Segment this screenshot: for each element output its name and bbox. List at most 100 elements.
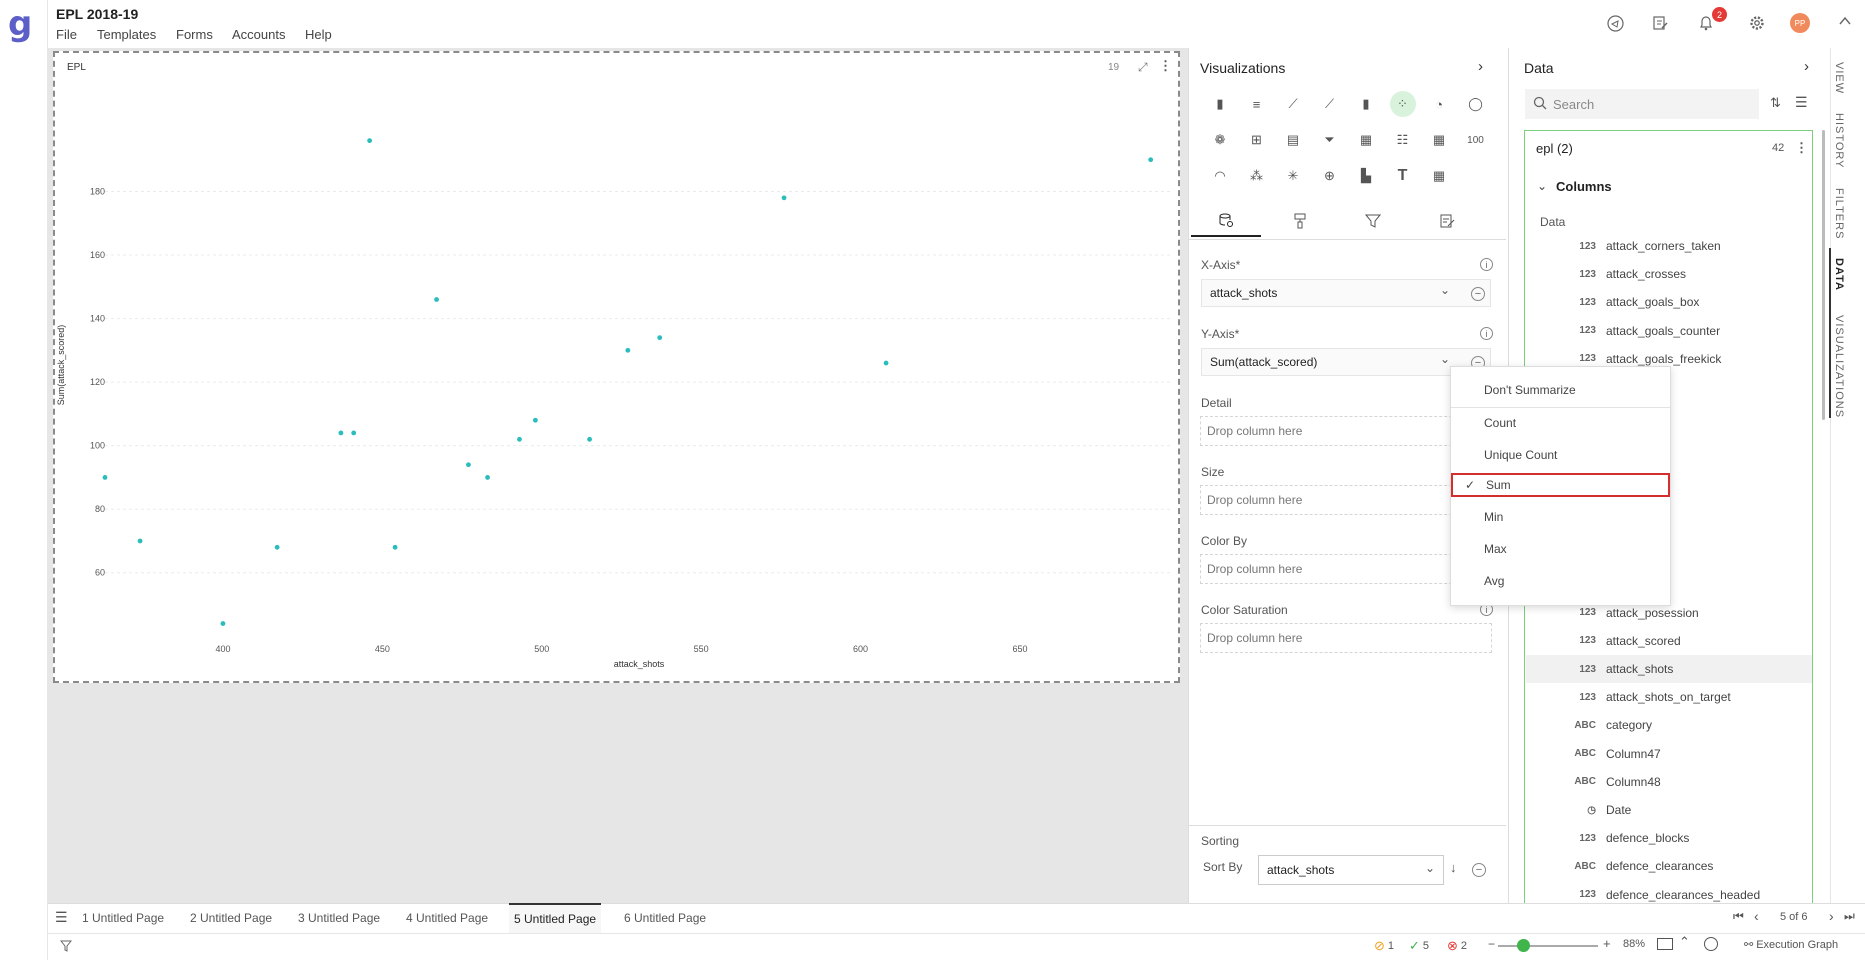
zoom-slider-handle[interactable] [1517, 939, 1530, 952]
color-dropzone[interactable]: Drop column here [1200, 554, 1492, 584]
waterfall-icon[interactable]: ▙ [1353, 163, 1379, 189]
tab-filters[interactable] [1338, 205, 1408, 237]
rail-tab-view[interactable]: VIEW [1833, 62, 1845, 94]
scatter-point[interactable] [338, 430, 344, 436]
bar-chart-icon[interactable]: ≡ [1244, 91, 1270, 117]
page-tab[interactable]: 5 Untitled Page [509, 903, 602, 933]
pivot-icon[interactable]: ⊞ [1244, 127, 1270, 153]
columns-header[interactable]: Columns [1556, 179, 1612, 194]
calendar-icon[interactable]: ▦ [1426, 163, 1452, 189]
network-icon[interactable]: ✳ [1280, 163, 1306, 189]
crosstab-icon[interactable]: ☷ [1390, 127, 1416, 153]
combo-chart-icon[interactable]: ⟋ [1317, 91, 1343, 117]
scatter-point[interactable] [367, 138, 373, 144]
data-scrollbar[interactable] [1822, 130, 1825, 420]
sort-icon[interactable]: ⇅ [1770, 95, 1781, 111]
scatter-icon[interactable]: ⁘ [1389, 91, 1416, 117]
chevron-down-icon[interactable]: ⌄ [1425, 861, 1435, 875]
scatter-point[interactable] [137, 538, 143, 544]
menu-file[interactable]: File [56, 27, 77, 42]
zoom-in-button[interactable]: + [1603, 936, 1611, 951]
column-item[interactable]: 123 attack_shots_on_target [1526, 683, 1812, 711]
tab-analytics[interactable] [1412, 205, 1482, 237]
sort-direction-icon[interactable]: ↓ [1450, 860, 1457, 875]
remove-x-icon[interactable]: − [1471, 287, 1485, 301]
menu-templates[interactable]: Templates [97, 27, 156, 42]
list-options-icon[interactable]: ☰ [1795, 94, 1808, 111]
chevron-down-icon[interactable]: ⌄ [1537, 179, 1547, 193]
run-status-icon[interactable] [1704, 937, 1718, 951]
text-icon[interactable]: T [1390, 163, 1416, 189]
table-icon[interactable]: ▦ [1353, 127, 1379, 153]
last-page-icon[interactable]: ⏭ [1844, 909, 1855, 924]
zoom-out-button[interactable]: − [1488, 937, 1495, 951]
column-item[interactable]: 123 attack_goals_counter [1526, 317, 1812, 345]
success-status[interactable]: ✓ 5 [1409, 938, 1429, 954]
donut-icon[interactable]: ◯ [1463, 91, 1489, 117]
kpi-icon[interactable]: 100 [1463, 127, 1489, 153]
agg-count[interactable]: Count [1451, 408, 1670, 438]
edit-icon[interactable] [1649, 12, 1671, 34]
menu-accounts[interactable]: Accounts [232, 27, 285, 42]
expand-icon[interactable]: ⤢ [1138, 60, 1148, 75]
scatter-point[interactable] [466, 462, 471, 468]
scatter-point[interactable] [625, 347, 631, 353]
scatter-chart[interactable]: 60 80 100 120 140 160 180 400 450 500 550 600 650 att… [55, 53, 1178, 681]
bubble-icon[interactable]: ⁂ [1244, 163, 1270, 189]
collapse-viz-icon[interactable]: › [1478, 58, 1483, 75]
scatter-point[interactable] [587, 436, 592, 442]
x-info-icon[interactable]: i [1480, 258, 1493, 271]
dataset-name[interactable]: epl (2) [1536, 141, 1573, 156]
column-item[interactable]: 123 defence_blocks [1526, 824, 1812, 852]
column-item[interactable]: ABC defence_clearances [1526, 852, 1812, 880]
rail-tab-data[interactable]: DATA [1833, 258, 1845, 291]
funnel-icon[interactable]: ⏷ [1317, 127, 1343, 153]
saturation-dropzone[interactable]: Drop column here [1200, 623, 1492, 653]
tab-format[interactable] [1265, 205, 1335, 237]
detail-dropzone[interactable]: Drop column here [1200, 416, 1492, 446]
zoom-slider[interactable] [1498, 945, 1598, 947]
agg-unique-count[interactable]: Unique Count [1451, 440, 1670, 470]
line-chart-icon[interactable]: ⟋ [1280, 91, 1306, 117]
map-icon[interactable]: ❁ [1207, 127, 1233, 153]
page-tab[interactable]: 1 Untitled Page [77, 903, 169, 933]
scatter-point[interactable] [1148, 157, 1154, 163]
page-tab[interactable]: 3 Untitled Page [293, 903, 385, 933]
column-chart-icon[interactable]: ▮ [1207, 91, 1233, 117]
column-item[interactable]: ABC Column48 [1526, 768, 1812, 796]
grid-icon[interactable]: ▦ [1426, 127, 1452, 153]
next-page-icon[interactable]: › [1829, 908, 1834, 924]
column-item[interactable]: 123 attack_corners_taken [1526, 232, 1812, 260]
sort-by-select[interactable]: attack_shots [1258, 855, 1444, 885]
multi-bar-icon[interactable]: ▮ [1353, 91, 1379, 117]
share-icon[interactable] [1604, 12, 1626, 34]
page-tab[interactable]: 2 Untitled Page [185, 903, 277, 933]
scatter-point[interactable] [274, 544, 280, 550]
scatter-point[interactable] [351, 430, 357, 436]
warnings-status[interactable]: ⊘ 1 [1374, 938, 1394, 954]
scatter-point[interactable] [220, 621, 226, 626]
chevron-up-icon[interactable]: ⌃ [1679, 934, 1690, 950]
chevron-down-icon[interactable]: ⌄ [1440, 352, 1450, 366]
gauge-icon[interactable]: ◠ [1207, 163, 1233, 189]
agg-max[interactable]: Max [1451, 534, 1670, 564]
column-item[interactable]: ◷ Date [1526, 796, 1812, 824]
scatter-point[interactable] [781, 195, 787, 201]
gear-icon[interactable] [1746, 12, 1768, 34]
errors-status[interactable]: ⊗ 2 [1447, 938, 1467, 954]
agg-avg[interactable]: Avg [1451, 566, 1670, 596]
menu-help[interactable]: Help [305, 27, 332, 42]
user-avatar[interactable]: PP [1790, 13, 1810, 33]
chart-more-icon[interactable]: ⋮ [1159, 58, 1172, 74]
collapse-header-icon[interactable] [1834, 10, 1856, 32]
card-icon[interactable]: ▤ [1280, 127, 1306, 153]
column-item[interactable]: 123 attack_shots [1526, 655, 1812, 683]
scatter-point[interactable] [434, 297, 439, 302]
column-item[interactable]: ABC category [1526, 711, 1812, 739]
rail-tab-history[interactable]: HISTORY [1833, 113, 1845, 169]
page-tab[interactable]: 4 Untitled Page [401, 903, 493, 933]
chevron-down-icon[interactable]: ⌄ [1440, 283, 1450, 297]
column-item[interactable]: 123 attack_goals_box [1526, 288, 1812, 316]
pie-icon[interactable]: ◔ [1426, 91, 1452, 117]
search-input[interactable]: Search [1525, 89, 1759, 119]
